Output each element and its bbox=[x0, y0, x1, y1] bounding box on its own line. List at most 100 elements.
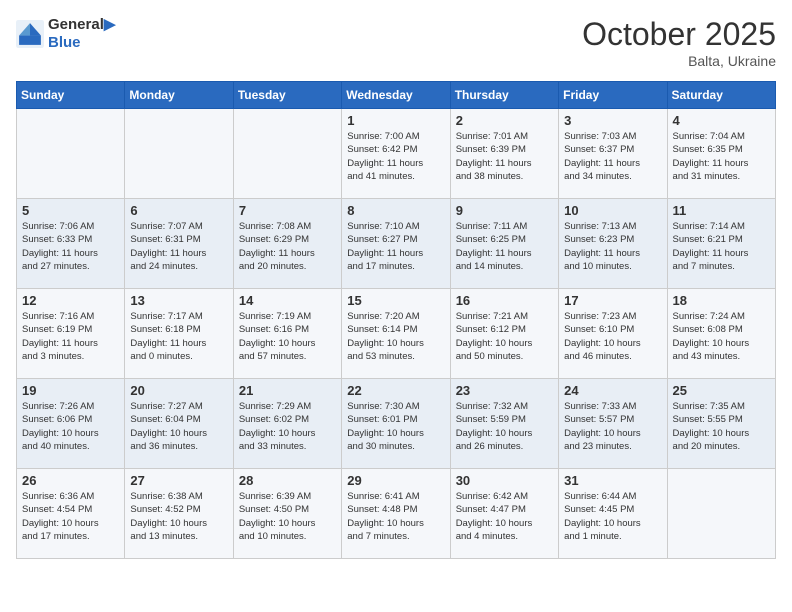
day-number: 3 bbox=[564, 113, 661, 128]
calendar-cell bbox=[233, 109, 341, 199]
day-number: 20 bbox=[130, 383, 227, 398]
day-number: 14 bbox=[239, 293, 336, 308]
weekday-header-monday: Monday bbox=[125, 82, 233, 109]
day-info: Sunrise: 7:24 AM Sunset: 6:08 PM Dayligh… bbox=[673, 310, 770, 363]
day-info: Sunrise: 7:06 AM Sunset: 6:33 PM Dayligh… bbox=[22, 220, 119, 273]
calendar-cell bbox=[17, 109, 125, 199]
day-number: 18 bbox=[673, 293, 770, 308]
day-info: Sunrise: 7:04 AM Sunset: 6:35 PM Dayligh… bbox=[673, 130, 770, 183]
day-info: Sunrise: 7:11 AM Sunset: 6:25 PM Dayligh… bbox=[456, 220, 553, 273]
day-number: 31 bbox=[564, 473, 661, 488]
calendar-cell: 19 Sunrise: 7:26 AM Sunset: 6:06 PM Dayli… bbox=[17, 379, 125, 469]
day-number: 30 bbox=[456, 473, 553, 488]
day-info: Sunrise: 7:29 AM Sunset: 6:02 PM Dayligh… bbox=[239, 400, 336, 453]
calendar-cell bbox=[125, 109, 233, 199]
day-info: Sunrise: 7:13 AM Sunset: 6:23 PM Dayligh… bbox=[564, 220, 661, 273]
calendar-cell: 7 Sunrise: 7:08 AM Sunset: 6:29 PM Daylig… bbox=[233, 199, 341, 289]
day-number: 17 bbox=[564, 293, 661, 308]
calendar-cell: 6 Sunrise: 7:07 AM Sunset: 6:31 PM Daylig… bbox=[125, 199, 233, 289]
day-info: Sunrise: 7:33 AM Sunset: 5:57 PM Dayligh… bbox=[564, 400, 661, 453]
day-info: Sunrise: 7:14 AM Sunset: 6:21 PM Dayligh… bbox=[673, 220, 770, 273]
logo-line2: Blue bbox=[48, 34, 115, 52]
weekday-header-saturday: Saturday bbox=[667, 82, 775, 109]
calendar-cell: 9 Sunrise: 7:11 AM Sunset: 6:25 PM Daylig… bbox=[450, 199, 558, 289]
day-number: 22 bbox=[347, 383, 444, 398]
calendar-cell: 4Sunrise: 7:04 AM Sunset: 6:35 PM Daylig… bbox=[667, 109, 775, 199]
calendar-week-4: 19 Sunrise: 7:26 AM Sunset: 6:06 PM Dayli… bbox=[17, 379, 776, 469]
calendar-cell: 31 Sunrise: 6:44 AM Sunset: 4:45 PM Dayli… bbox=[559, 469, 667, 559]
day-number: 29 bbox=[347, 473, 444, 488]
day-info: Sunrise: 7:07 AM Sunset: 6:31 PM Dayligh… bbox=[130, 220, 227, 273]
calendar-week-2: 5 Sunrise: 7:06 AM Sunset: 6:33 PM Daylig… bbox=[17, 199, 776, 289]
calendar-cell: 17 Sunrise: 7:23 AM Sunset: 6:10 PM Dayli… bbox=[559, 289, 667, 379]
weekday-header-friday: Friday bbox=[559, 82, 667, 109]
day-number: 19 bbox=[22, 383, 119, 398]
day-info: Sunrise: 7:08 AM Sunset: 6:29 PM Dayligh… bbox=[239, 220, 336, 273]
calendar-cell: 29 Sunrise: 6:41 AM Sunset: 4:48 PM Dayli… bbox=[342, 469, 450, 559]
calendar-cell: 12 Sunrise: 7:16 AM Sunset: 6:19 PM Dayli… bbox=[17, 289, 125, 379]
calendar-cell: 21 Sunrise: 7:29 AM Sunset: 6:02 PM Dayli… bbox=[233, 379, 341, 469]
day-info: Sunrise: 7:23 AM Sunset: 6:10 PM Dayligh… bbox=[564, 310, 661, 363]
day-number: 10 bbox=[564, 203, 661, 218]
day-info: Sunrise: 7:35 AM Sunset: 5:55 PM Dayligh… bbox=[673, 400, 770, 453]
day-number: 6 bbox=[130, 203, 227, 218]
day-info: Sunrise: 7:16 AM Sunset: 6:19 PM Dayligh… bbox=[22, 310, 119, 363]
calendar-cell: 28 Sunrise: 6:39 AM Sunset: 4:50 PM Dayli… bbox=[233, 469, 341, 559]
calendar-cell: 30Sunrise: 6:42 AM Sunset: 4:47 PM Dayli… bbox=[450, 469, 558, 559]
calendar-cell: 24 Sunrise: 7:33 AM Sunset: 5:57 PM Dayli… bbox=[559, 379, 667, 469]
day-info: Sunrise: 6:39 AM Sunset: 4:50 PM Dayligh… bbox=[239, 490, 336, 543]
calendar-cell: 10 Sunrise: 7:13 AM Sunset: 6:23 PM Dayli… bbox=[559, 199, 667, 289]
calendar-cell: 26 Sunrise: 6:36 AM Sunset: 4:54 PM Dayli… bbox=[17, 469, 125, 559]
day-number: 9 bbox=[456, 203, 553, 218]
day-info: Sunrise: 7:21 AM Sunset: 6:12 PM Dayligh… bbox=[456, 310, 553, 363]
calendar-cell: 16 Sunrise: 7:21 AM Sunset: 6:12 PM Dayli… bbox=[450, 289, 558, 379]
day-info: Sunrise: 6:41 AM Sunset: 4:48 PM Dayligh… bbox=[347, 490, 444, 543]
calendar-cell: 14Sunrise: 7:19 AM Sunset: 6:16 PM Dayli… bbox=[233, 289, 341, 379]
day-info: Sunrise: 7:32 AM Sunset: 5:59 PM Dayligh… bbox=[456, 400, 553, 453]
day-number: 12 bbox=[22, 293, 119, 308]
calendar-cell: 22 Sunrise: 7:30 AM Sunset: 6:01 PM Dayli… bbox=[342, 379, 450, 469]
calendar-cell: 15 Sunrise: 7:20 AM Sunset: 6:14 PM Dayli… bbox=[342, 289, 450, 379]
day-info: Sunrise: 7:17 AM Sunset: 6:18 PM Dayligh… bbox=[130, 310, 227, 363]
day-number: 23 bbox=[456, 383, 553, 398]
day-info: Sunrise: 7:27 AM Sunset: 6:04 PM Dayligh… bbox=[130, 400, 227, 453]
weekday-header-row: SundayMondayTuesdayWednesdayThursdayFrid… bbox=[17, 82, 776, 109]
day-number: 7 bbox=[239, 203, 336, 218]
calendar-cell: 27Sunrise: 6:38 AM Sunset: 4:52 PM Dayli… bbox=[125, 469, 233, 559]
title-block: October 2025 Balta, Ukraine bbox=[582, 16, 776, 69]
calendar-cell: 20 Sunrise: 7:27 AM Sunset: 6:04 PM Dayli… bbox=[125, 379, 233, 469]
day-number: 1 bbox=[347, 113, 444, 128]
day-info: Sunrise: 6:36 AM Sunset: 4:54 PM Dayligh… bbox=[22, 490, 119, 543]
logo-icon bbox=[16, 20, 44, 48]
day-info: Sunrise: 6:38 AM Sunset: 4:52 PM Dayligh… bbox=[130, 490, 227, 543]
day-info: Sunrise: 7:26 AM Sunset: 6:06 PM Dayligh… bbox=[22, 400, 119, 453]
calendar-cell: 2 Sunrise: 7:01 AM Sunset: 6:39 PM Daylig… bbox=[450, 109, 558, 199]
day-info: Sunrise: 6:44 AM Sunset: 4:45 PM Dayligh… bbox=[564, 490, 661, 543]
day-info: Sunrise: 7:20 AM Sunset: 6:14 PM Dayligh… bbox=[347, 310, 444, 363]
day-info: Sunrise: 7:03 AM Sunset: 6:37 PM Dayligh… bbox=[564, 130, 661, 183]
weekday-header-tuesday: Tuesday bbox=[233, 82, 341, 109]
day-number: 11 bbox=[673, 203, 770, 218]
calendar-week-5: 26 Sunrise: 6:36 AM Sunset: 4:54 PM Dayli… bbox=[17, 469, 776, 559]
day-number: 13 bbox=[130, 293, 227, 308]
day-number: 16 bbox=[456, 293, 553, 308]
calendar-cell: 13 Sunrise: 7:17 AM Sunset: 6:18 PM Dayli… bbox=[125, 289, 233, 379]
day-number: 2 bbox=[456, 113, 553, 128]
day-number: 21 bbox=[239, 383, 336, 398]
page-header: General▶ Blue October 2025 Balta, Ukrain… bbox=[16, 16, 776, 69]
calendar-week-1: 1Sunrise: 7:00 AM Sunset: 6:42 PM Daylig… bbox=[17, 109, 776, 199]
day-number: 28 bbox=[239, 473, 336, 488]
day-number: 26 bbox=[22, 473, 119, 488]
day-number: 15 bbox=[347, 293, 444, 308]
day-info: Sunrise: 7:10 AM Sunset: 6:27 PM Dayligh… bbox=[347, 220, 444, 273]
day-number: 5 bbox=[22, 203, 119, 218]
calendar-cell: 11 Sunrise: 7:14 AM Sunset: 6:21 PM Dayli… bbox=[667, 199, 775, 289]
calendar-cell: 3 Sunrise: 7:03 AM Sunset: 6:37 PM Daylig… bbox=[559, 109, 667, 199]
day-number: 24 bbox=[564, 383, 661, 398]
day-info: Sunrise: 7:01 AM Sunset: 6:39 PM Dayligh… bbox=[456, 130, 553, 183]
calendar-cell: 5 Sunrise: 7:06 AM Sunset: 6:33 PM Daylig… bbox=[17, 199, 125, 289]
day-info: Sunrise: 7:30 AM Sunset: 6:01 PM Dayligh… bbox=[347, 400, 444, 453]
calendar-cell bbox=[667, 469, 775, 559]
day-number: 25 bbox=[673, 383, 770, 398]
logo-line1: General▶ bbox=[48, 16, 115, 34]
